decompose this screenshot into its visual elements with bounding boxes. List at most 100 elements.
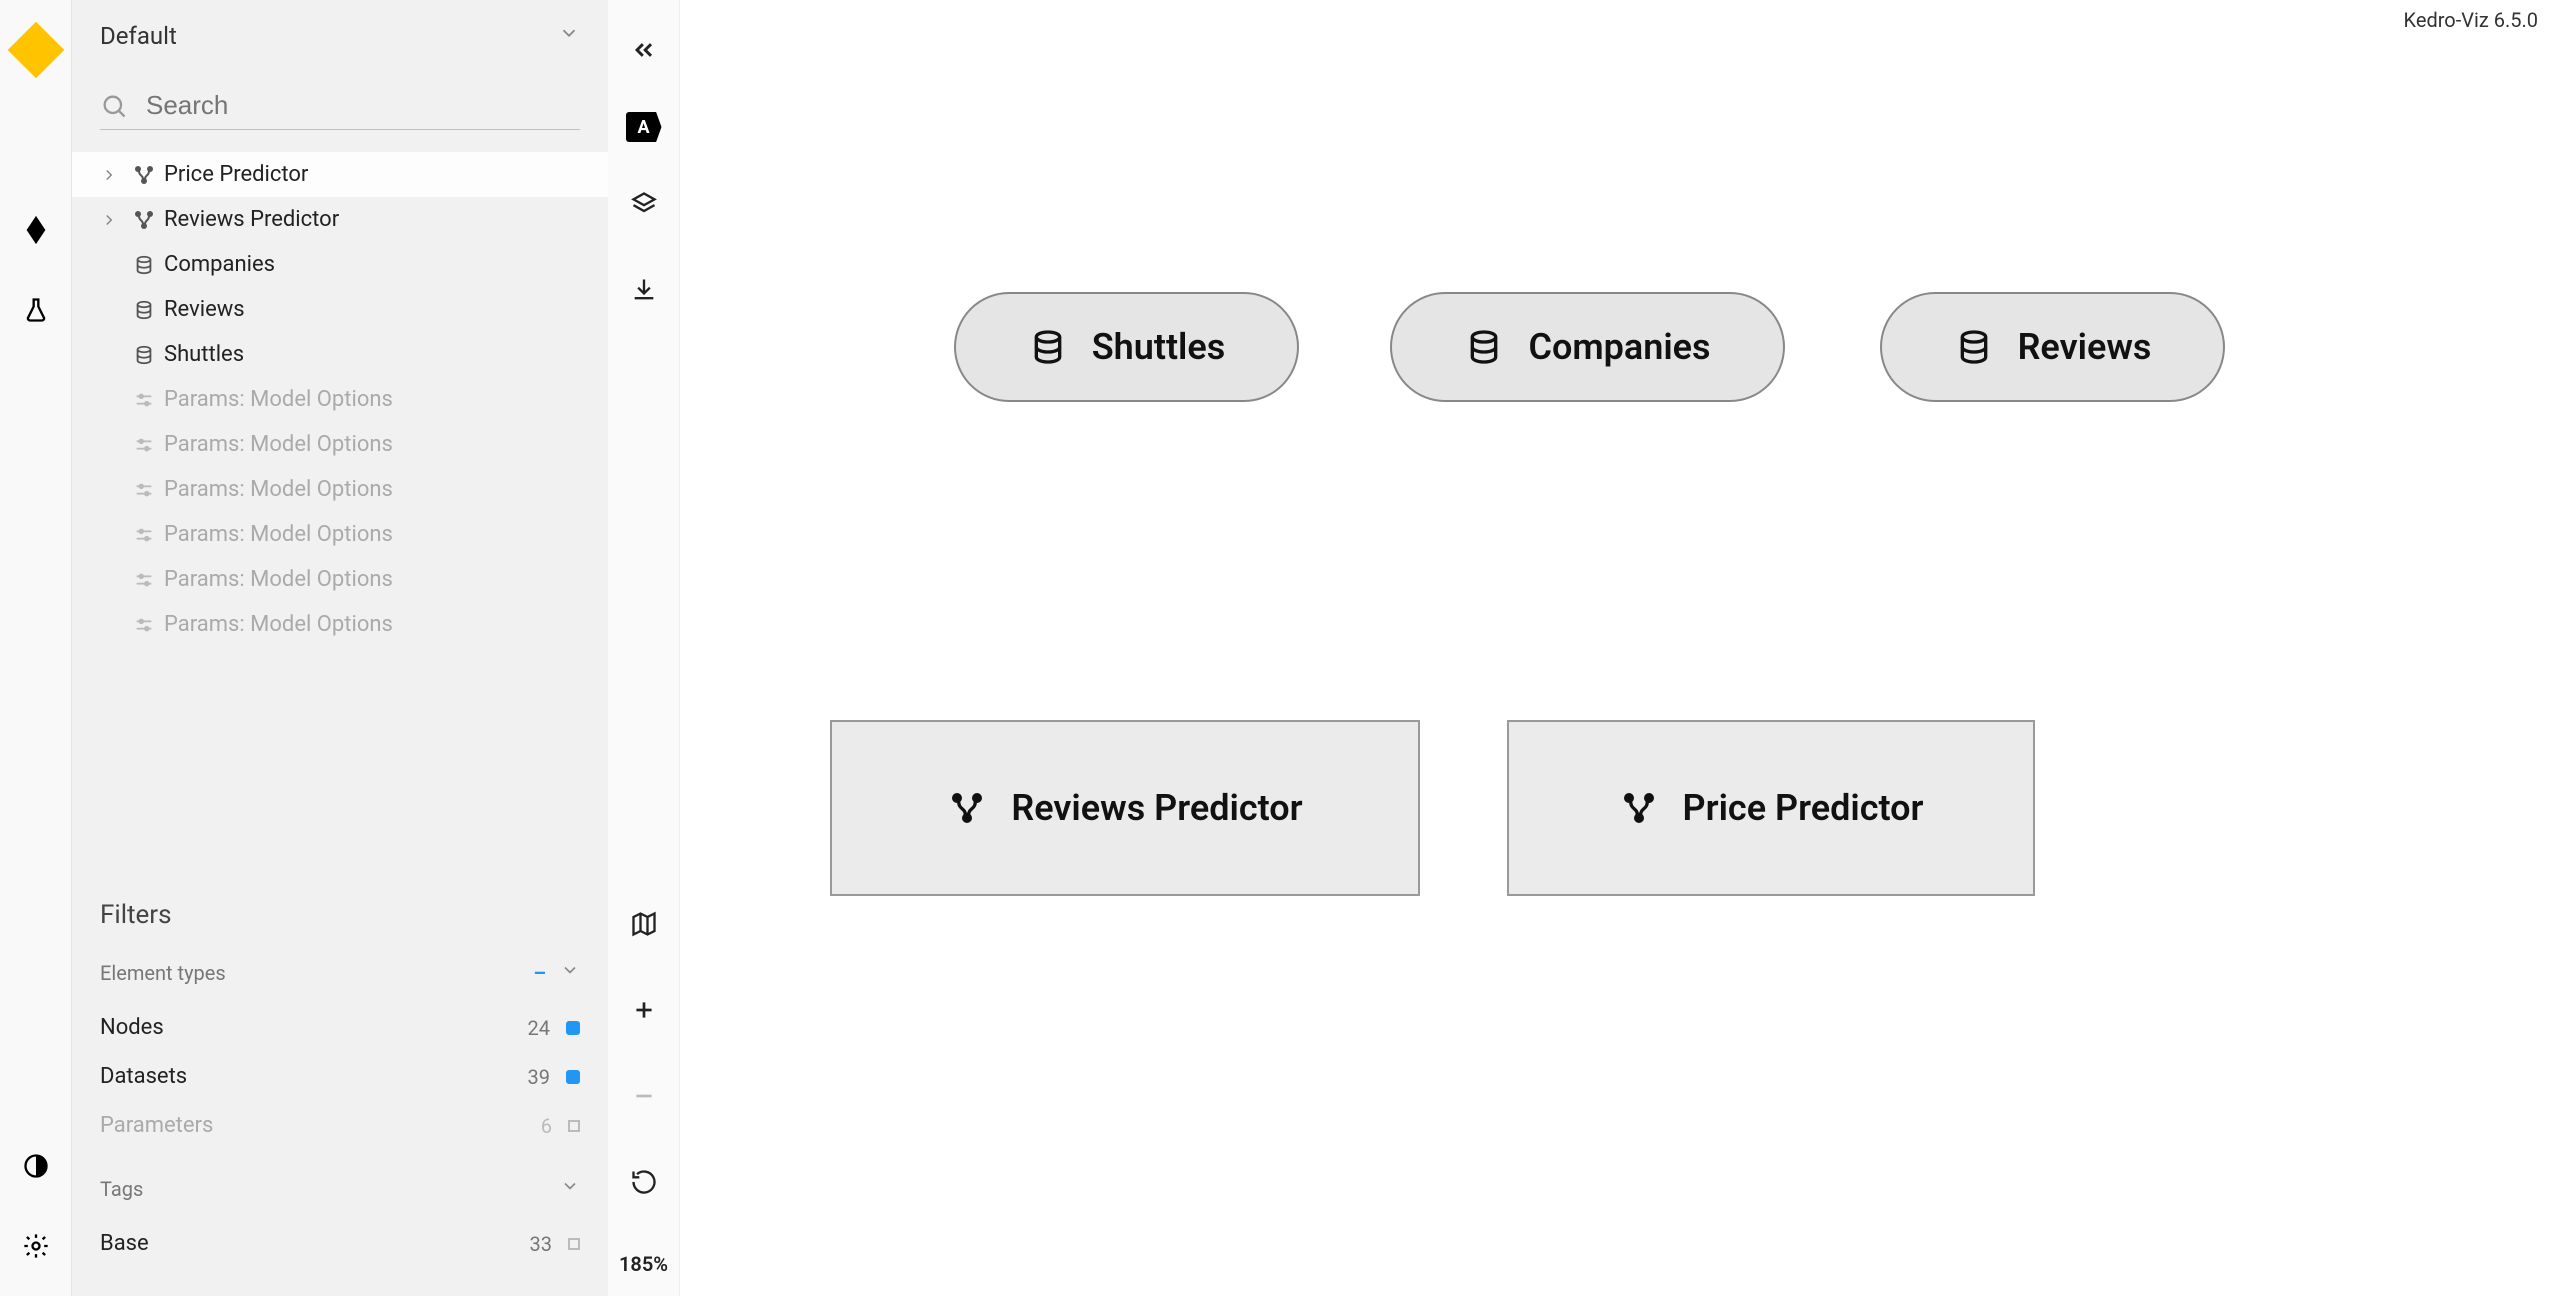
tree-item-params[interactable]: Params: Model Options [72,557,608,602]
filter-count: 39 [528,1065,550,1089]
checkbox-unchecked-icon[interactable] [568,1120,580,1132]
node-label: Shuttles [1092,326,1226,368]
export-button[interactable] [620,266,668,314]
sidebar: Default Price Predictor Reviews Predicto… [72,0,608,1296]
collapse-sidebar-button[interactable] [620,26,668,74]
filter-label: Base [100,1231,149,1256]
filters-title: Filters [100,900,580,930]
dataset-icon [1954,327,1994,367]
filter-count: 24 [528,1016,550,1040]
chevron-down-icon [558,22,580,50]
filter-row-nodes[interactable]: Nodes 24 [100,1003,580,1052]
zoom-out-button[interactable] [620,1072,668,1120]
params-icon [124,614,164,636]
zoom-level-label: 185% [619,1252,668,1276]
pipeline-selector[interactable]: Default [72,0,608,72]
graph-node-pipeline[interactable]: Price Predictor [1507,720,2035,896]
icon-rail [0,0,72,1296]
tree-item-dataset[interactable]: Companies [72,242,608,287]
tree-item-label: Params: Model Options [164,522,393,547]
node-label: Price Predictor [1683,787,1924,829]
tree-item-label: Reviews Predictor [164,207,339,232]
kedro-logo [7,22,64,79]
reset-zoom-button[interactable] [620,1158,668,1206]
node-tree: Price Predictor Reviews Predictor Compan… [72,148,608,647]
tree-view-icon[interactable] [16,210,56,250]
tree-item-label: Companies [164,252,275,277]
graph-edges [680,0,980,150]
indeterminate-icon: – [533,961,546,985]
filter-section-label: Element types [100,961,226,985]
search-input[interactable] [146,90,580,121]
tree-item-label: Params: Model Options [164,432,393,457]
dataset-icon [1028,327,1068,367]
params-icon [124,389,164,411]
tree-item-label: Params: Model Options [164,477,393,502]
tree-item-label: Params: Model Options [164,567,393,592]
graph-node-dataset[interactable]: Companies [1390,292,1785,402]
tree-item-params[interactable]: Params: Model Options [72,377,608,422]
version-label: Kedro-Viz 6.5.0 [2404,8,2538,32]
chevron-right-icon [100,211,124,229]
chevron-right-icon [100,166,124,184]
graph-node-dataset[interactable]: Reviews [1880,292,2225,402]
dataset-icon [124,299,164,321]
zoom-in-button[interactable] [620,986,668,1034]
text-labels-toggle[interactable]: A [626,112,662,142]
filter-label: Parameters [100,1113,213,1138]
flowchart-toolbar: A 185% [608,0,680,1296]
tree-item-label: Shuttles [164,342,244,367]
tree-item-pipeline[interactable]: Price Predictor [72,152,608,197]
tree-item-label: Price Predictor [164,162,308,187]
chevron-down-icon [560,960,580,985]
pipeline-icon [947,788,987,828]
chevron-down-icon [560,1176,580,1201]
checkbox-unchecked-icon[interactable] [568,1238,580,1250]
filter-section-label: Tags [100,1177,143,1201]
filter-label: Datasets [100,1064,187,1089]
search-icon [100,92,128,120]
layers-toggle[interactable] [620,180,668,228]
tree-item-params[interactable]: Params: Model Options [72,602,608,647]
graph-node-pipeline[interactable]: Reviews Predictor [830,720,1420,896]
tree-item-params[interactable]: Params: Model Options [72,422,608,467]
dataset-icon [124,344,164,366]
tree-item-pipeline[interactable]: Reviews Predictor [72,197,608,242]
minimap-toggle[interactable] [620,900,668,948]
tree-item-label: Params: Model Options [164,612,393,637]
checkbox-checked-icon[interactable] [566,1021,580,1035]
tree-item-label: Reviews [164,297,245,322]
pipeline-icon [124,163,164,187]
filter-row-base[interactable]: Base 33 [100,1219,580,1268]
tree-item-dataset[interactable]: Reviews [72,287,608,332]
tree-item-dataset[interactable]: Shuttles [72,332,608,377]
search-underline [100,129,580,130]
pipeline-icon [124,208,164,232]
filter-count: 33 [530,1232,552,1256]
tree-item-label: Params: Model Options [164,387,393,412]
filter-label: Nodes [100,1015,164,1040]
node-label: Companies [1528,326,1710,368]
filter-section-element-types[interactable]: Element types – [100,960,580,985]
experiments-icon[interactable] [16,290,56,330]
flowchart-canvas[interactable]: Kedro-Viz 6.5.0 [680,0,2558,1296]
filter-row-datasets[interactable]: Datasets 39 [100,1052,580,1101]
graph-node-dataset[interactable]: Shuttles [954,292,1299,402]
checkbox-checked-icon[interactable] [566,1070,580,1084]
params-icon [124,524,164,546]
pipeline-icon [1619,788,1659,828]
filter-row-parameters[interactable]: Parameters 6 [100,1101,580,1150]
tree-item-params[interactable]: Params: Model Options [72,467,608,512]
params-icon [124,569,164,591]
node-label: Reviews [2018,326,2152,368]
filter-section-tags[interactable]: Tags [100,1176,580,1201]
settings-icon[interactable] [16,1226,56,1266]
params-icon [124,434,164,456]
pipeline-selector-label: Default [100,22,177,50]
dataset-icon [124,254,164,276]
node-label: Reviews Predictor [1011,787,1302,829]
params-icon [124,479,164,501]
tree-item-params[interactable]: Params: Model Options [72,512,608,557]
search-wrap [72,72,608,129]
theme-toggle-icon[interactable] [16,1146,56,1186]
